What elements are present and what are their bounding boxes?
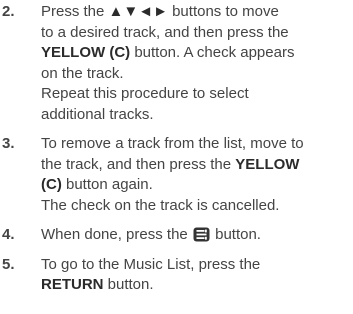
step-text: button.	[210, 226, 261, 243]
step-line: YELLOW (C) button. A check appears	[41, 43, 349, 64]
step-5: 5. To go to the Music List, press the RE…	[0, 255, 353, 296]
step-line: To remove a track from the list, move to	[41, 135, 304, 152]
step-text: buttons to move	[167, 3, 279, 20]
step-4: 4. When done, press the button.	[0, 225, 353, 246]
step-line: to a desired track, and then press the	[41, 23, 289, 41]
step-text: When done, press the	[41, 226, 192, 243]
yellow-button-label: YELLOW	[235, 155, 300, 173]
step-number: 3.	[2, 135, 15, 152]
step-text: the track, and then press the	[41, 155, 236, 173]
tools-menu-button-icon	[193, 227, 210, 242]
return-button-label: RETURN	[41, 276, 104, 293]
instruction-steps: 2. Press the ▲▼◄► buttons to move to a d…	[0, 0, 353, 296]
step-line: RETURN button.	[41, 275, 349, 296]
step-line: To go to the Music List, press the	[41, 255, 261, 273]
step-line: additional tracks.	[41, 105, 154, 123]
step-2: 2. Press the ▲▼◄► buttons to move to a d…	[0, 2, 353, 125]
step-text: button. A check appears	[130, 44, 295, 61]
step-line: (C) button again.	[41, 175, 349, 196]
direction-arrows-text: ▲▼◄►	[108, 3, 168, 20]
step-line: the track, and then press the YELLOW	[41, 155, 349, 176]
step-line: When done, press the button.	[41, 225, 349, 246]
yellow-button-label: YELLOW (C)	[41, 44, 131, 61]
step-3: 3. To remove a track from the list, move…	[0, 134, 353, 216]
step-text: Press the	[41, 3, 109, 20]
step-line: Press the ▲▼◄► buttons to move	[41, 2, 349, 23]
yellow-button-label: (C)	[41, 176, 62, 193]
step-line: on the track.	[41, 64, 124, 82]
step-text: button.	[103, 276, 154, 293]
step-line: The check on the track is cancelled.	[41, 196, 280, 214]
step-number: 2.	[2, 3, 15, 20]
step-text: button again.	[61, 176, 153, 193]
step-number: 5.	[2, 255, 15, 273]
step-line: Repeat this procedure to select	[41, 85, 249, 102]
step-number: 4.	[2, 226, 15, 243]
